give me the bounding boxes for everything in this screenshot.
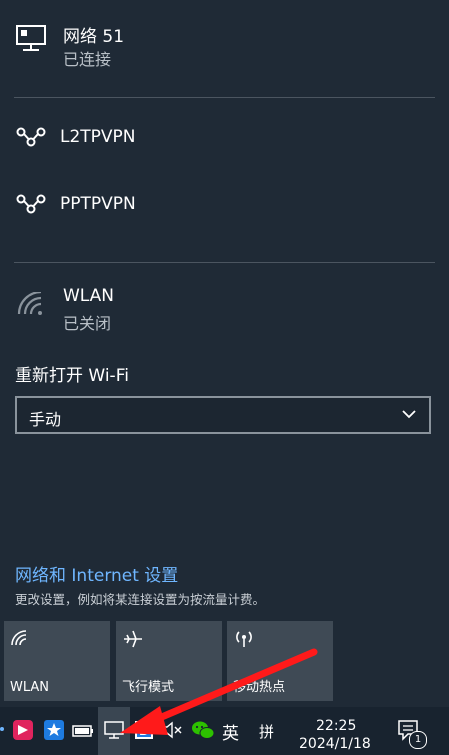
vpn-name: PPTPVPN — [60, 194, 136, 214]
reenable-wifi-label: 重新打开 Wi-Fi — [15, 366, 129, 386]
network-flyout: 网络 51 已连接 L2TPVPN PPTPVPN WLAN 已关闭 重新打开 … — [0, 0, 449, 707]
taskbar: D 英 拼 22:25 2024/1/18 1 — [0, 707, 449, 755]
vpn-item-pptp[interactable]: PPTPVPN — [0, 185, 449, 225]
quick-action-label: WLAN — [10, 680, 50, 695]
svg-text:D: D — [139, 724, 149, 738]
wechat-icon[interactable] — [191, 719, 215, 741]
network-icon[interactable] — [103, 719, 125, 741]
app-red-icon[interactable] — [12, 719, 34, 741]
ethernet-name: 网络 51 — [63, 27, 125, 47]
network-settings-link[interactable]: 网络和 Internet 设置 — [15, 561, 178, 586]
airplane-icon — [124, 630, 142, 648]
quick-action-label: 飞行模式 — [122, 680, 175, 695]
reenable-wifi-dropdown[interactable]: 手动 — [15, 396, 431, 434]
wifi-off-icon — [17, 292, 42, 315]
app-d-icon[interactable]: D — [133, 719, 155, 741]
action-center-button[interactable]: 1 — [396, 717, 427, 749]
notification-count-badge: 1 — [409, 731, 427, 749]
ime-mode-indicator[interactable]: 拼 — [259, 721, 274, 742]
battery-icon[interactable] — [72, 719, 94, 741]
vpn-name: L2TPVPN — [60, 127, 136, 147]
wlan-name: WLAN — [63, 286, 115, 306]
ethernet-status: 已连接 — [63, 50, 112, 69]
volume-muted-icon[interactable] — [161, 719, 183, 741]
ethernet-connection[interactable]: 网络 51 已连接 — [0, 12, 449, 72]
ethernet-monitor-icon — [16, 25, 46, 51]
vpn-icon — [16, 127, 46, 147]
quick-action-hotspot[interactable]: 移动热点 — [227, 621, 333, 701]
divider — [14, 97, 435, 98]
chevron-down-icon — [402, 410, 416, 419]
vpn-item-l2tp[interactable]: L2TPVPN — [0, 118, 449, 158]
network-settings-hint: 更改设置，例如将某连接设置为按流量计费。 — [15, 592, 266, 607]
clock-time: 22:25 — [316, 718, 357, 734]
divider — [14, 262, 435, 263]
quick-action-label: 移动热点 — [233, 680, 286, 695]
quick-action-airplane[interactable]: 飞行模式 — [116, 621, 222, 701]
vpn-icon — [16, 194, 46, 214]
wlan-status-item[interactable]: WLAN 已关闭 — [0, 280, 449, 336]
wifi-icon — [11, 630, 27, 646]
app-blue-star-icon[interactable] — [43, 719, 65, 741]
ime-language-indicator[interactable]: 英 — [222, 719, 239, 744]
hotspot-icon — [236, 631, 252, 647]
dropdown-value: 手动 — [29, 410, 62, 429]
overflow-dot — [0, 727, 4, 731]
clock-date: 2024/1/18 — [299, 736, 371, 752]
wlan-status: 已关闭 — [63, 314, 112, 333]
quick-action-wlan[interactable]: WLAN — [4, 621, 110, 701]
